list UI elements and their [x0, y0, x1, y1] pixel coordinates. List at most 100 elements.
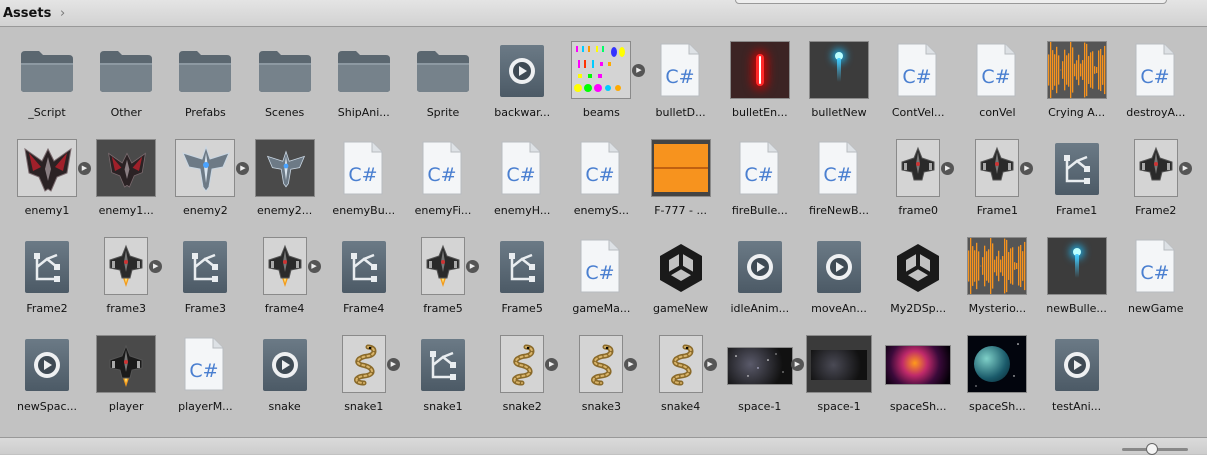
asset-label: beams: [582, 106, 620, 119]
animation-clip-icon: [1054, 339, 1099, 391]
asset-item[interactable]: Other: [86, 39, 166, 131]
snake-sprite: [341, 335, 386, 393]
asset-item[interactable]: C# gameMa...: [561, 235, 641, 327]
expand-arrow-icon[interactable]: ▶: [624, 358, 638, 371]
asset-label: enemyFi...: [414, 204, 472, 217]
asset-item[interactable]: Frame2: [7, 235, 87, 327]
asset-item[interactable]: player: [86, 333, 166, 425]
asset-item[interactable]: C# fireNewB...: [799, 137, 879, 229]
asset-item[interactable]: snake: [245, 333, 325, 425]
asset-item[interactable]: C# playerM...: [165, 333, 245, 425]
asset-item[interactable]: _Script: [7, 39, 87, 131]
breadcrumb-assets[interactable]: Assets: [3, 6, 51, 21]
asset-label: snake4: [661, 400, 701, 413]
asset-item[interactable]: C# enemyFi...: [403, 137, 483, 229]
asset-item[interactable]: C# fireBulle...: [720, 137, 800, 229]
asset-item[interactable]: ▶ snake3: [561, 333, 641, 425]
asset-label: Mysterio...: [968, 302, 1027, 315]
asset-item[interactable]: ▶ frame0: [878, 137, 958, 229]
asset-item[interactable]: space-1: [799, 333, 879, 425]
asset-item[interactable]: snake1: [403, 333, 483, 425]
expand-arrow-icon[interactable]: ▶: [149, 260, 163, 273]
asset-item[interactable]: newSpac...: [7, 333, 87, 425]
asset-item[interactable]: ▶ snake1: [324, 333, 404, 425]
csharp-script-icon: C#: [422, 141, 462, 195]
asset-item[interactable]: ▶ enemy1: [7, 137, 91, 229]
asset-item[interactable]: ▶ Frame1: [957, 137, 1037, 229]
asset-item[interactable]: bulletNew: [799, 39, 879, 131]
asset-label: testAni...: [1052, 400, 1102, 413]
expand-arrow-icon[interactable]: ▶: [1178, 162, 1192, 175]
animation-clip-icon: [262, 339, 307, 391]
asset-item[interactable]: Crying A...: [1037, 39, 1117, 131]
asset-item[interactable]: ▶ beams: [561, 39, 646, 131]
audio-clip-thumbnail: [967, 236, 1028, 296]
asset-item[interactable]: C# enemyH...: [482, 137, 562, 229]
csharp-script-icon: C#: [343, 141, 383, 195]
asset-item[interactable]: ▶ Frame2: [1116, 137, 1196, 229]
asset-item[interactable]: idleAnim...: [720, 235, 800, 327]
blue-bullet-sprite: [1046, 237, 1107, 295]
asset-item[interactable]: ▶ frame3: [86, 235, 166, 327]
asset-item[interactable]: Frame3: [165, 235, 245, 327]
asset-item[interactable]: C# conVel: [957, 39, 1037, 131]
player-ship-sprite: [96, 335, 157, 393]
asset-item[interactable]: F-777 - ...: [641, 137, 721, 229]
expand-arrow-icon[interactable]: ▶: [307, 260, 321, 273]
expand-arrow-icon[interactable]: ▶: [703, 358, 717, 371]
asset-item[interactable]: Sprite: [403, 39, 483, 131]
asset-item[interactable]: newBulle...: [1037, 235, 1117, 327]
animator-controller-icon: [421, 339, 465, 391]
asset-item[interactable]: Prefabs: [165, 39, 245, 131]
asset-item[interactable]: C# newGame: [1116, 235, 1196, 327]
asset-item[interactable]: C# enemyS...: [561, 137, 641, 229]
asset-item[interactable]: ▶ snake2: [482, 333, 562, 425]
asset-item[interactable]: C# destroyA...: [1116, 39, 1196, 131]
asset-item[interactable]: My2DSp...: [878, 235, 958, 327]
asset-item[interactable]: gameNew: [641, 235, 721, 327]
asset-label: _Script: [28, 106, 66, 119]
svg-text:C#: C#: [823, 164, 852, 186]
svg-text:C#: C#: [427, 164, 456, 186]
asset-item[interactable]: moveAn...: [799, 235, 879, 327]
asset-item[interactable]: ▶ enemy2: [165, 137, 250, 229]
asset-label: moveAn...: [811, 302, 867, 315]
expand-arrow-icon[interactable]: ▶: [386, 358, 400, 371]
expand-arrow-icon[interactable]: ▶: [545, 358, 559, 371]
asset-item[interactable]: spaceSh...: [957, 333, 1037, 425]
asset-item[interactable]: ▶ snake4: [641, 333, 721, 425]
asset-item[interactable]: Frame1: [1037, 137, 1117, 229]
asset-item[interactable]: C# bulletD...: [641, 39, 721, 131]
expand-arrow-icon[interactable]: ▶: [941, 162, 955, 175]
asset-label: enemy2...: [256, 204, 313, 217]
asset-item[interactable]: Scenes: [245, 39, 325, 131]
asset-item[interactable]: bulletEn...: [720, 39, 800, 131]
asset-item[interactable]: C# enemyBu...: [324, 137, 404, 229]
asset-label: snake3: [581, 400, 621, 413]
expand-arrow-icon[interactable]: ▶: [1020, 162, 1034, 175]
asset-label: Scenes: [264, 106, 305, 119]
zoom-slider-thumb[interactable]: [1146, 443, 1158, 455]
asset-item[interactable]: ShipAni...: [324, 39, 404, 131]
asset-item[interactable]: enemy2...: [245, 137, 325, 229]
asset-item[interactable]: ▶ frame5: [403, 235, 483, 327]
asset-item[interactable]: Frame5: [482, 235, 562, 327]
asset-item[interactable]: ▶ space-1: [720, 333, 804, 425]
asset-item[interactable]: enemy1...: [86, 137, 166, 229]
asset-item[interactable]: ▶ frame4: [245, 235, 325, 327]
asset-label: ShipAni...: [337, 106, 390, 119]
asset-item[interactable]: spaceSh...: [878, 333, 958, 425]
animation-clip-icon: [817, 241, 861, 293]
expand-arrow-icon[interactable]: ▶: [466, 260, 479, 273]
asset-label: frame0: [898, 204, 938, 217]
asset-item[interactable]: testAni...: [1037, 333, 1117, 425]
asset-item[interactable]: backwar...: [482, 39, 562, 131]
asset-label: ContVel...: [891, 106, 945, 119]
svg-text:C#: C#: [744, 164, 773, 186]
asset-label: Frame5: [501, 302, 543, 315]
asset-item[interactable]: Mysterio...: [957, 235, 1037, 327]
asset-item[interactable]: Frame4: [324, 235, 404, 327]
search-field[interactable]: [735, 0, 1167, 4]
asset-item[interactable]: C# ContVel...: [878, 39, 958, 131]
asset-label: Frame2: [26, 302, 68, 315]
